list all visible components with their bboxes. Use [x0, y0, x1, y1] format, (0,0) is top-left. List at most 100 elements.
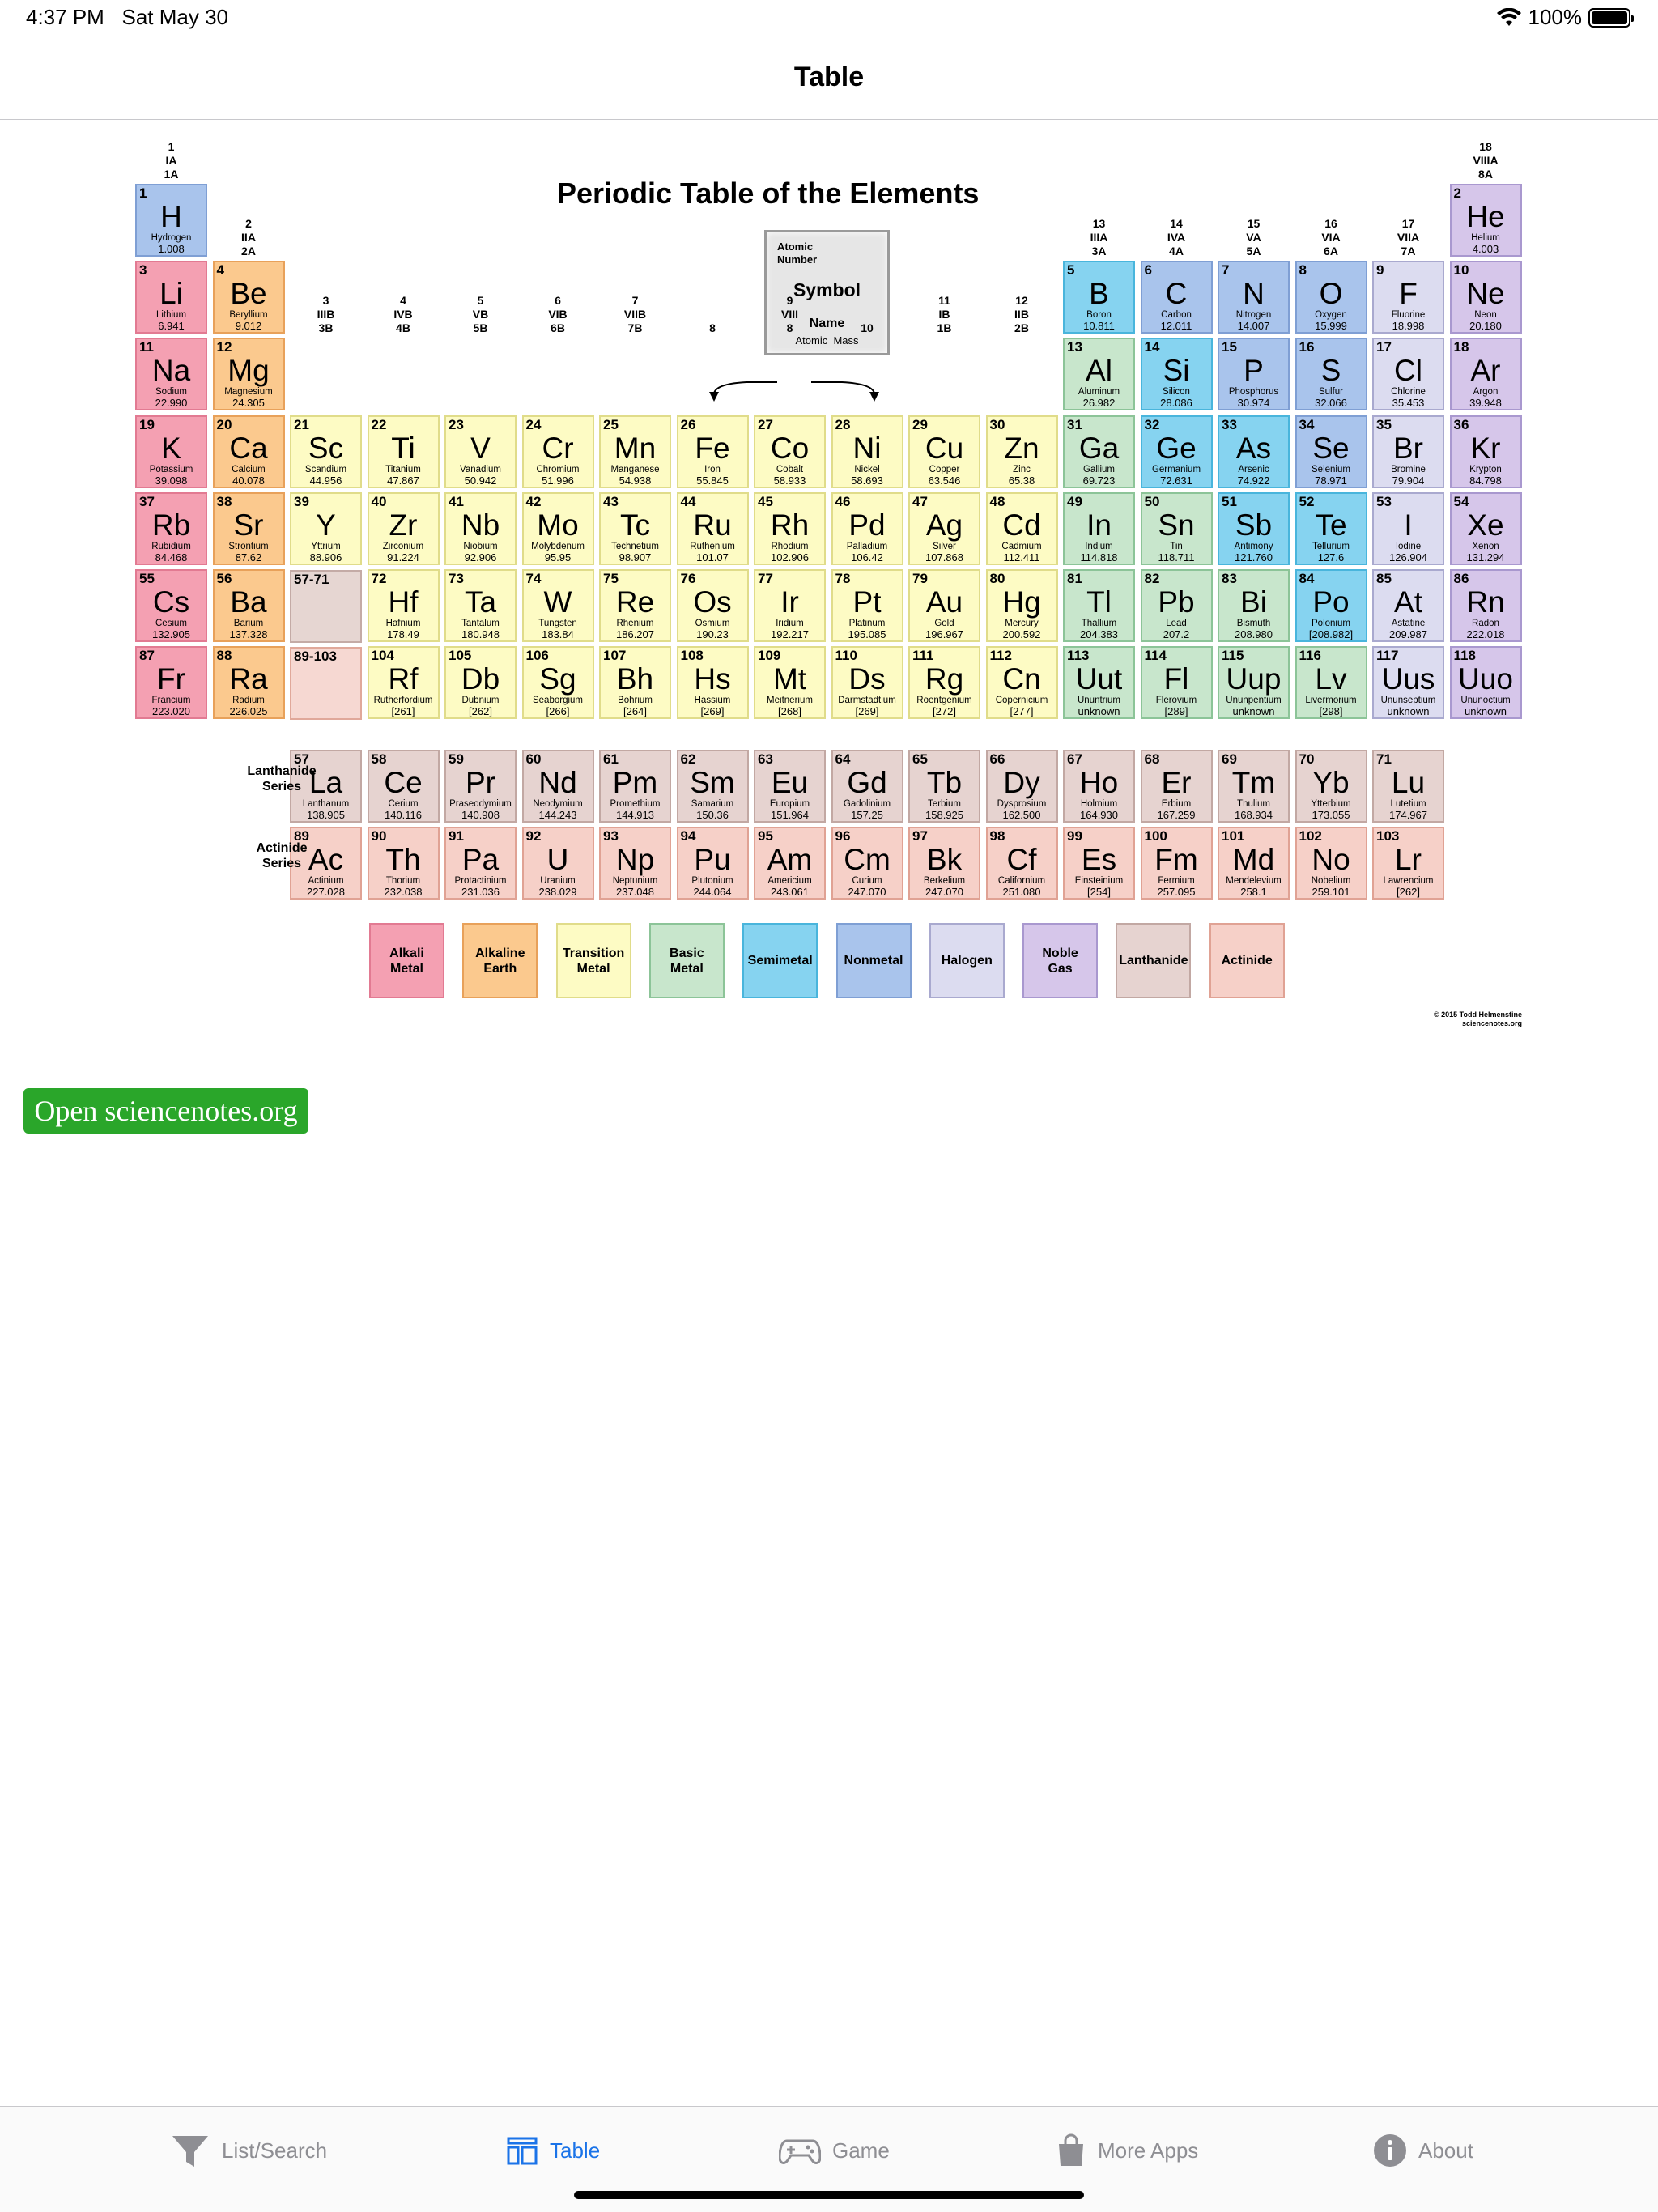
element-astatine[interactable]: 85 At Astatine 209.987 — [1372, 569, 1444, 642]
element-berkelium[interactable]: 97 Bk Berkelium 247.070 — [908, 827, 980, 900]
element-plutonium[interactable]: 94 Pu Plutonium 244.064 — [676, 827, 749, 900]
element-protactinium[interactable]: 91 Pa Protactinium 231.036 — [444, 827, 517, 900]
element-gadolinium[interactable]: 64 Gd Gadolinium 157.25 — [831, 750, 903, 823]
element-darmstadtium[interactable]: 110 Ds Darmstadtium [269] — [831, 646, 903, 720]
element-iron[interactable]: 26 Fe Iron 55.845 — [676, 415, 749, 488]
element-silicon[interactable]: 14 Si Silicon 28.086 — [1140, 338, 1213, 411]
element-hassium[interactable]: 108 Hs Hassium [269] — [676, 646, 749, 720]
element-boron[interactable]: 5 B Boron 10.811 — [1063, 261, 1135, 334]
element-tungsten[interactable]: 74 W Tungsten 183.84 — [521, 569, 594, 642]
tab-list-search[interactable]: List/Search — [170, 2107, 327, 2194]
element-praseodymium[interactable]: 59 Pr Praseodymium 140.908 — [444, 750, 517, 823]
element-nickel[interactable]: 28 Ni Nickel 58.693 — [831, 415, 903, 488]
element-xenon[interactable]: 54 Xe Xenon 131.294 — [1449, 491, 1522, 565]
element-thallium[interactable]: 81 Tl Thallium 204.383 — [1063, 569, 1135, 642]
element-holmium[interactable]: 67 Ho Holmium 164.930 — [1063, 750, 1135, 823]
element-tellurium[interactable]: 52 Te Tellurium 127.6 — [1295, 491, 1367, 565]
element-argon[interactable]: 18 Ar Argon 39.948 — [1449, 338, 1522, 411]
element-iridium[interactable]: 77 Ir Iridium 192.217 — [754, 569, 826, 642]
element-helium[interactable]: 2 He Helium 4.003 — [1449, 184, 1522, 257]
element-aluminum[interactable]: 13 Al Aluminum 26.982 — [1063, 338, 1135, 411]
element-vanadium[interactable]: 23 V Vanadium 50.942 — [444, 415, 517, 488]
element-bromine[interactable]: 35 Br Bromine 79.904 — [1372, 415, 1444, 488]
element-phosphorus[interactable]: 15 P Phosphorus 30.974 — [1218, 338, 1290, 411]
element-oxygen[interactable]: 8 O Oxygen 15.999 — [1295, 261, 1367, 334]
element-lithium[interactable]: 3 Li Lithium 6.941 — [135, 261, 207, 334]
element-gallium[interactable]: 31 Ga Gallium 69.723 — [1063, 415, 1135, 488]
element-neodymium[interactable]: 60 Nd Neodymium 144.243 — [521, 750, 594, 823]
element-copernicium[interactable]: 112 Cn Copernicium [277] — [985, 646, 1058, 720]
element-germanium[interactable]: 32 Ge Germanium 72.631 — [1140, 415, 1213, 488]
element-meitnerium[interactable]: 109 Mt Meitnerium [268] — [754, 646, 826, 720]
element-platinum[interactable]: 78 Pt Platinum 195.085 — [831, 569, 903, 642]
element-zirconium[interactable]: 40 Zr Zirconium 91.224 — [367, 491, 440, 565]
element-terbium[interactable]: 65 Tb Terbium 158.925 — [908, 750, 980, 823]
tab-more-apps[interactable]: More Apps — [1056, 2107, 1198, 2194]
element-magnesium[interactable]: 12 Mg Magnesium 24.305 — [212, 338, 285, 411]
element-calcium[interactable]: 20 Ca Calcium 40.078 — [212, 415, 285, 488]
element-flerovium[interactable]: 114 Fl Flerovium [289] — [1140, 646, 1213, 720]
element-uranium[interactable]: 92 U Uranium 238.029 — [521, 827, 594, 900]
element-yttrium[interactable]: 39 Y Yttrium 88.906 — [290, 491, 362, 565]
element-molybdenum[interactable]: 42 Mo Molybdenum 95.95 — [521, 491, 594, 565]
element-seaborgium[interactable]: 106 Sg Seaborgium [266] — [521, 646, 594, 720]
element-californium[interactable]: 98 Cf Californium 251.080 — [985, 827, 1058, 900]
element-rhodium[interactable]: 45 Rh Rhodium 102.906 — [754, 491, 826, 565]
element-sodium[interactable]: 11 Na Sodium 22.990 — [135, 338, 207, 411]
element-beryllium[interactable]: 4 Be Beryllium 9.012 — [212, 261, 285, 334]
element-bismuth[interactable]: 83 Bi Bismuth 208.980 — [1218, 569, 1290, 642]
element-strontium[interactable]: 38 Sr Strontium 87.62 — [212, 491, 285, 565]
element-rhenium[interactable]: 75 Re Rhenium 186.207 — [599, 569, 671, 642]
element-rubidium[interactable]: 37 Rb Rubidium 84.468 — [135, 491, 207, 565]
element-erbium[interactable]: 68 Er Erbium 167.259 — [1140, 750, 1213, 823]
element-roentgenium[interactable]: 111 Rg Roentgenium [272] — [908, 646, 980, 720]
element-cobalt[interactable]: 27 Co Cobalt 58.933 — [754, 415, 826, 488]
element-zinc[interactable]: 30 Zn Zinc 65.38 — [985, 415, 1058, 488]
element-ununseptium[interactable]: 117 Uus Ununseptium unknown — [1372, 646, 1444, 720]
element-gold[interactable]: 79 Au Gold 196.967 — [908, 569, 980, 642]
element-nitrogen[interactable]: 7 N Nitrogen 14.007 — [1218, 261, 1290, 334]
element-thulium[interactable]: 69 Tm Thulium 168.934 — [1218, 750, 1290, 823]
tab-about[interactable]: About — [1373, 2107, 1473, 2194]
element-ununoctium[interactable]: 118 Uuo Ununoctium unknown — [1449, 646, 1522, 720]
element-barium[interactable]: 56 Ba Barium 137.328 — [212, 569, 285, 642]
element-tantalum[interactable]: 73 Ta Tantalum 180.948 — [444, 569, 517, 642]
element-ununpentium[interactable]: 115 Uup Ununpentium unknown — [1218, 646, 1290, 720]
element-osmium[interactable]: 76 Os Osmium 190.23 — [676, 569, 749, 642]
element-iodine[interactable]: 53 I Iodine 126.904 — [1372, 491, 1444, 565]
element-polonium[interactable]: 84 Po Polonium [208.982] — [1295, 569, 1367, 642]
element-mercury[interactable]: 80 Hg Mercury 200.592 — [985, 569, 1058, 642]
element-lawrencium[interactable]: 103 Lr Lawrencium [262] — [1372, 827, 1444, 900]
element-radium[interactable]: 88 Ra Radium 226.025 — [212, 646, 285, 720]
element-arsenic[interactable]: 33 As Arsenic 74.922 — [1218, 415, 1290, 488]
element-neptunium[interactable]: 93 Np Neptunium 237.048 — [599, 827, 671, 900]
element-hydrogen[interactable]: 1 H Hydrogen 1.008 — [135, 184, 207, 257]
element-ununtrium[interactable]: 113 Uut Ununtrium unknown — [1063, 646, 1135, 720]
tab-table[interactable]: Table — [506, 2107, 600, 2194]
element-americium[interactable]: 95 Am Americium 243.061 — [754, 827, 826, 900]
element-cesium[interactable]: 55 Cs Cesium 132.905 — [135, 569, 207, 642]
element-curium[interactable]: 96 Cm Curium 247.070 — [831, 827, 903, 900]
element-promethium[interactable]: 61 Pm Promethium 144.913 — [599, 750, 671, 823]
element-hafnium[interactable]: 72 Hf Hafnium 178.49 — [367, 569, 440, 642]
element-livermorium[interactable]: 116 Lv Livermorium [298] — [1295, 646, 1367, 720]
element-chromium[interactable]: 24 Cr Chromium 51.996 — [521, 415, 594, 488]
element-palladium[interactable]: 46 Pd Palladium 106.42 — [831, 491, 903, 565]
element-technetium[interactable]: 43 Tc Technetium 98.907 — [599, 491, 671, 565]
element-francium[interactable]: 87 Fr Francium 223.020 — [135, 646, 207, 720]
tab-game[interactable]: Game — [779, 2107, 890, 2194]
element-manganese[interactable]: 25 Mn Manganese 54.938 — [599, 415, 671, 488]
element-nobelium[interactable]: 102 No Nobelium 259.101 — [1295, 827, 1367, 900]
element-silver[interactable]: 47 Ag Silver 107.868 — [908, 491, 980, 565]
element-fluorine[interactable]: 9 F Fluorine 18.998 — [1372, 261, 1444, 334]
element-sulfur[interactable]: 16 S Sulfur 32.066 — [1295, 338, 1367, 411]
open-sciencenotes-button[interactable]: Open sciencenotes.org — [23, 1088, 308, 1134]
element-chlorine[interactable]: 17 Cl Chlorine 35.453 — [1372, 338, 1444, 411]
element-selenium[interactable]: 34 Se Selenium 78.971 — [1295, 415, 1367, 488]
element-indium[interactable]: 49 In Indium 114.818 — [1063, 491, 1135, 565]
element-bohrium[interactable]: 107 Bh Bohrium [264] — [599, 646, 671, 720]
element-neon[interactable]: 10 Ne Neon 20.180 — [1449, 261, 1522, 334]
element-antimony[interactable]: 51 Sb Antimony 121.760 — [1218, 491, 1290, 565]
element-thorium[interactable]: 90 Th Thorium 232.038 — [367, 827, 440, 900]
element-dysprosium[interactable]: 66 Dy Dysprosium 162.500 — [985, 750, 1058, 823]
